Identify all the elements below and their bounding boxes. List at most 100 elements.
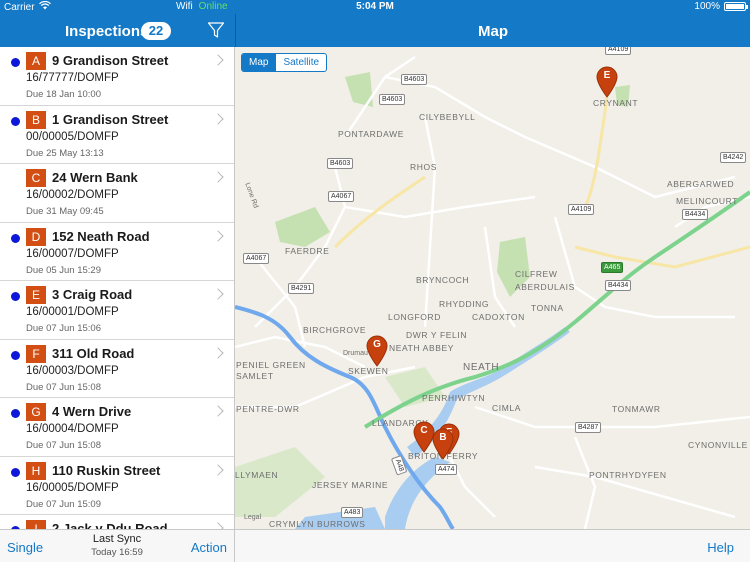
status-bar: Carrier Wifi Online 5:04 PM 100% <box>0 0 750 14</box>
road-label: B4287 <box>575 422 602 433</box>
list-item[interactable]: G 4 Wern Drive 16/00004/DOMFP Due 07 Jun… <box>0 398 234 457</box>
road-label: A4067 <box>243 253 270 264</box>
address: 152 Neath Road <box>52 228 150 244</box>
due-date: Due 18 Jan 10:00 <box>26 89 102 100</box>
unread-dot <box>11 467 20 477</box>
road-label: B4603 <box>379 94 406 105</box>
place-label: LONGFORD <box>388 312 441 322</box>
place-label: RHOS <box>410 162 437 172</box>
map-pin[interactable]: G <box>366 335 388 367</box>
marker-letter: F <box>26 344 46 363</box>
place-label: CYNONVILLE <box>688 440 748 450</box>
map-type-toggle[interactable]: Map Satellite <box>241 53 328 72</box>
place-label: CILYBEBYLL <box>419 112 476 122</box>
map-legal-link[interactable]: Legal <box>244 514 261 521</box>
road-label: B4434 <box>605 280 632 291</box>
due-date: Due 07 Jun 15:08 <box>26 381 102 393</box>
place-label: Drumau <box>343 350 368 357</box>
chevron-right-icon <box>212 288 224 300</box>
filter-icon[interactable] <box>207 21 225 39</box>
map-pin[interactable]: B <box>432 428 454 460</box>
address: 311 Old Road <box>52 345 135 361</box>
satellite-mode-button[interactable]: Satellite <box>275 54 326 71</box>
address: 4 Wern Drive <box>52 404 132 419</box>
address: 24 Wern Bank <box>52 170 138 185</box>
place-label: RHYDDING <box>439 299 490 309</box>
address: 1 Grandison Street <box>52 111 169 127</box>
unread-dot <box>11 350 20 360</box>
map-title: Map <box>478 23 508 40</box>
clock: 5:04 PM <box>356 1 394 12</box>
place-label: FAERDRE <box>285 246 330 256</box>
place-label: JERSEY MARINE <box>312 480 389 490</box>
marker-letter: I <box>26 520 46 529</box>
inspection-count-badge: 22 <box>141 22 171 40</box>
due-date: Due 05 Jun 15:29 <box>26 264 102 276</box>
place-label: CRYNANT <box>593 98 639 108</box>
place-label: NEATH ABBEY <box>389 343 455 353</box>
place-label: TONMAWR <box>612 404 661 414</box>
battery-percent: 100% <box>694 1 720 12</box>
map-pin[interactable]: E <box>596 66 618 98</box>
chevron-right-icon <box>212 522 224 529</box>
place-label: PENTRE-DWR <box>236 404 300 414</box>
map-mode-button[interactable]: Map <box>242 54 276 71</box>
pin-label: E <box>603 70 611 81</box>
road-label: B4434 <box>682 209 709 220</box>
due-date: Due 07 Jun 15:08 <box>26 440 102 451</box>
list-item[interactable]: I 2 Jack y Ddu Road <box>0 515 234 529</box>
road-label: A465 <box>601 262 624 273</box>
chevron-right-icon <box>212 112 224 125</box>
chevron-right-icon <box>212 171 224 183</box>
pin-label: B <box>439 432 447 443</box>
action-button[interactable]: Action <box>191 540 227 555</box>
pin-label: G <box>373 339 381 350</box>
place-label: CILFREW <box>515 269 558 279</box>
reference: 16/00003/DOMFP <box>26 364 119 377</box>
road-label: B4603 <box>327 158 354 169</box>
place-label: DWR Y FELIN <box>406 330 468 340</box>
marker-letter: H <box>26 461 46 480</box>
place-label: PENRHIWTYN <box>422 393 486 403</box>
list-item[interactable]: A 9 Grandison Street 16/77777/DOMFP Due … <box>0 47 234 106</box>
reference: 16/00002/DOMFP <box>26 189 119 201</box>
due-date: Due 07 Jun 15:06 <box>26 323 102 334</box>
unread-dot <box>11 233 20 243</box>
map-view[interactable]: Map Satellite PONTARDAWE CILYBEBYLL RHOS… <box>235 47 750 529</box>
chevron-right-icon <box>212 229 224 242</box>
reference: 16/77777/DOMFP <box>26 72 119 84</box>
list-item[interactable]: C 24 Wern Bank 16/00002/DOMFP Due 31 May… <box>0 164 234 223</box>
marker-letter: C <box>26 169 46 187</box>
list-toolbar: Single Last Sync Today 16:59 Action <box>0 529 235 562</box>
list-item[interactable]: H 110 Ruskin Street 16/00005/DOMFP Due 0… <box>0 457 234 515</box>
place-label: LLYMAEN <box>235 470 279 480</box>
road-label: A483 <box>341 507 364 518</box>
marker-letter: D <box>26 227 46 246</box>
road-label: B4291 <box>288 283 315 294</box>
unread-dot <box>11 292 20 301</box>
due-date: Due 31 May 09:45 <box>26 206 104 217</box>
help-button[interactable]: Help <box>707 540 734 555</box>
inspection-list[interactable]: A 9 Grandison Street 16/77777/DOMFP Due … <box>0 47 235 529</box>
marker-letter: A <box>26 52 46 70</box>
unread-dot <box>11 58 20 67</box>
place-label: CADOXTON <box>472 312 525 322</box>
chevron-right-icon <box>212 346 224 359</box>
place-label: TONNA <box>531 303 564 313</box>
chevron-right-icon <box>212 463 224 476</box>
road-label: A4109 <box>568 204 595 215</box>
place-label: PENIEL GREEN <box>236 360 306 370</box>
address: 3 Craig Road <box>52 287 133 302</box>
reference: 16/00004/DOMFP <box>26 423 119 435</box>
list-item[interactable]: D 152 Neath Road 16/00007/DOMFP Due 05 J… <box>0 223 234 281</box>
unread-dot <box>11 409 20 418</box>
page-title: Inspections <box>65 23 149 40</box>
list-item[interactable]: F 311 Old Road 16/00003/DOMFP Due 07 Jun… <box>0 340 234 398</box>
place-label: PONTRHYDYFEN <box>589 470 667 480</box>
place-label: PONTARDAWE <box>338 129 404 139</box>
place-label: ABERDULAIS <box>515 282 575 292</box>
list-item[interactable]: E 3 Craig Road 16/00001/DOMFP Due 07 Jun… <box>0 281 234 340</box>
place-label: CIMLA <box>492 403 521 413</box>
list-item[interactable]: B 1 Grandison Street 00/00005/DOMFP Due … <box>0 106 234 164</box>
chevron-right-icon <box>212 54 224 66</box>
